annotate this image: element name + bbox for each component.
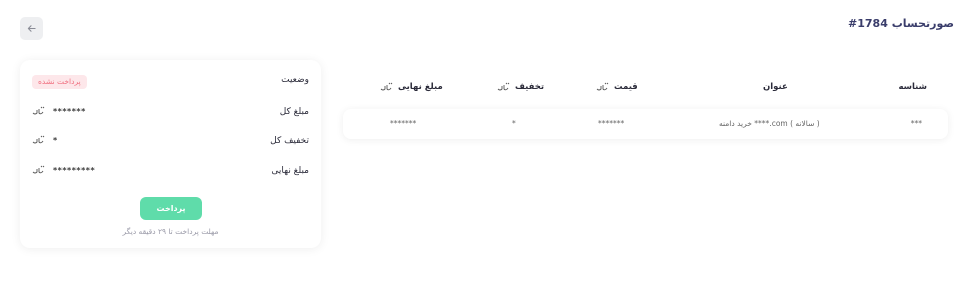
arrow-left-icon <box>27 25 36 32</box>
payment-deadline: مهلت پرداخت تا ۲۹ دقیقه دیگر <box>122 227 219 236</box>
column-header-id-label: شناسه <box>898 82 927 92</box>
column-header-id: شناسه <box>898 82 927 92</box>
total-value: ******* <box>53 106 86 116</box>
toman-icon <box>32 165 45 174</box>
table-row: *** خرید دامنه ****.com ( سالانه ) *****… <box>343 109 948 139</box>
cell-id: *** <box>910 119 922 128</box>
toman-icon <box>380 82 393 91</box>
page-title: صورتحساب 1784# <box>848 17 954 30</box>
cell-title: خرید دامنه ****.com ( سالانه ) <box>719 119 820 128</box>
total-label: مبلغ کل <box>279 107 309 117</box>
discount-value: * <box>53 135 58 145</box>
toman-icon <box>497 82 510 91</box>
discount-label: تخفیف کل <box>270 136 309 146</box>
status-label: وضعیت <box>281 75 309 85</box>
cell-discount: * <box>512 119 516 128</box>
column-header-discount: تخفیف <box>497 82 544 92</box>
total-amount: ******* <box>32 106 86 116</box>
toman-icon <box>596 82 609 91</box>
final-label: مبلغ نهایی <box>271 166 309 176</box>
column-header-final: مبلغ نهایی <box>380 82 443 92</box>
toman-icon <box>32 106 45 115</box>
final-amount: ********* <box>32 165 95 175</box>
column-header-final-label: مبلغ نهایی <box>398 82 443 92</box>
column-header-title: عنوان <box>763 82 788 92</box>
column-header-price: قیمت <box>596 82 638 92</box>
column-header-title-label: عنوان <box>763 82 788 92</box>
discount-amount: * <box>32 135 58 145</box>
cell-price: ******* <box>598 119 625 128</box>
column-header-price-label: قیمت <box>614 82 638 92</box>
column-header-discount-label: تخفیف <box>515 82 545 92</box>
pay-button[interactable]: پرداخت <box>140 197 202 220</box>
cell-final: ******* <box>390 119 417 128</box>
status-badge: پرداخت نشده <box>32 75 87 89</box>
invoice-summary-card: وضعیت پرداخت نشده مبلغ کل ******* تخفیف … <box>20 60 321 248</box>
toman-icon <box>32 135 45 144</box>
back-button[interactable] <box>20 17 43 40</box>
final-value: ********* <box>53 165 96 175</box>
